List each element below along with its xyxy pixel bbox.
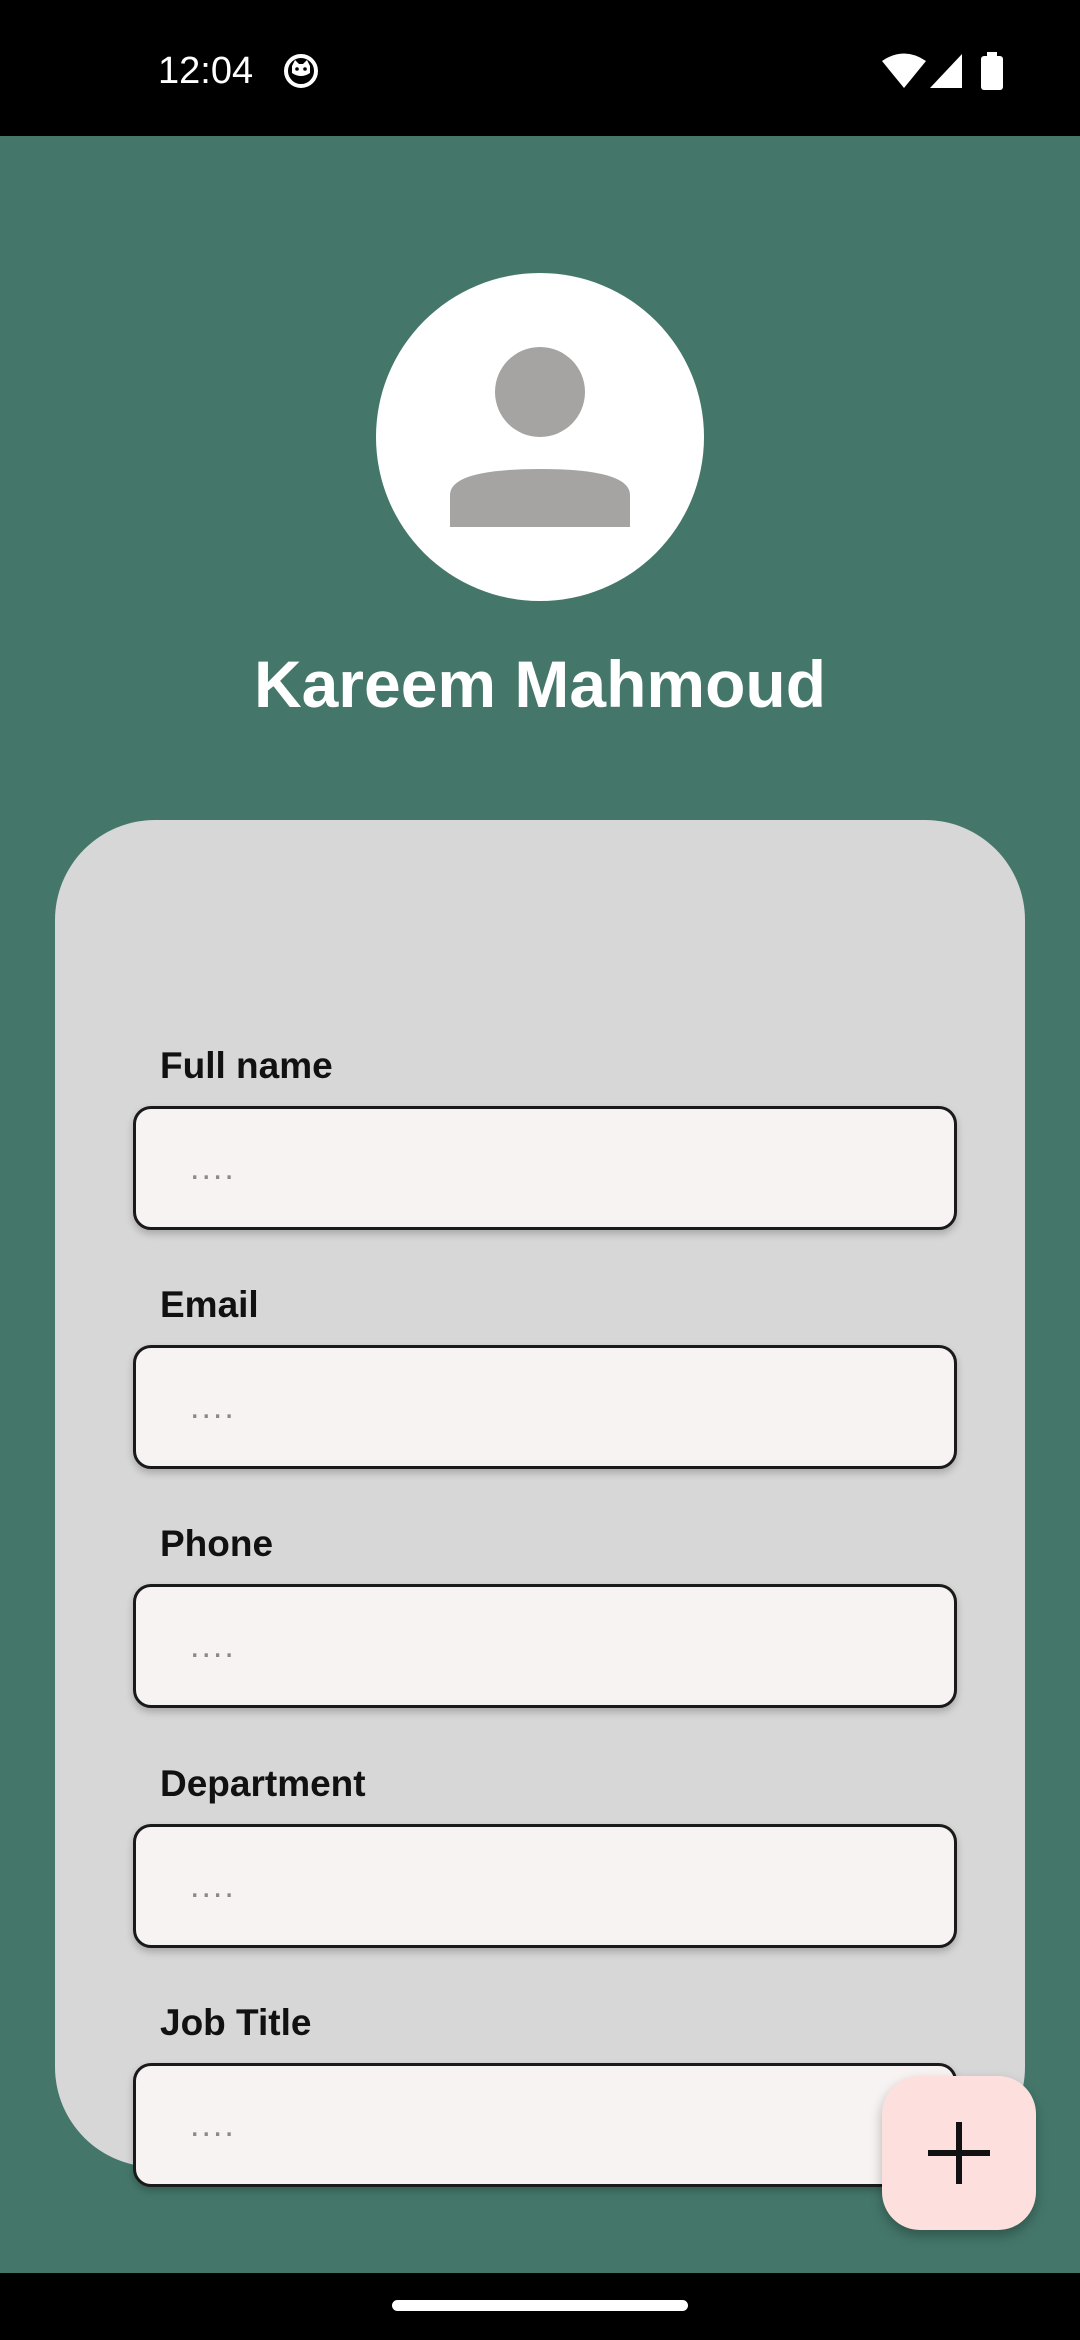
status-time: 12:04: [158, 50, 254, 92]
email-label: Email: [160, 1284, 259, 1325]
department-label: Department: [160, 1763, 366, 1804]
job-title-input[interactable]: [133, 2063, 957, 2187]
battery-icon: [981, 52, 1003, 90]
notification-cat-icon: [284, 54, 318, 88]
add-button[interactable]: [882, 2076, 1036, 2230]
navigation-bar: [0, 2273, 1080, 2340]
person-placeholder-icon: [450, 347, 630, 527]
home-handle[interactable]: [392, 2300, 688, 2311]
wifi-icon: [882, 53, 926, 88]
job-title-label: Job Title: [160, 2002, 312, 2043]
profile-screen: Kareem Mahmoud Full name Email Phone Dep…: [0, 136, 1080, 2273]
full-name-input[interactable]: [133, 1106, 957, 1230]
full-name-label: Full name: [160, 1045, 333, 1086]
signal-icon: [930, 54, 962, 88]
phone-label: Phone: [160, 1523, 274, 1564]
profile-form-card: Full name Email Phone Department Job Tit…: [55, 820, 1025, 2187]
avatar[interactable]: [376, 273, 704, 601]
phone-input[interactable]: [133, 1584, 957, 1708]
status-bar: 12:04: [0, 0, 1080, 136]
plus-icon: [928, 2122, 990, 2184]
department-input[interactable]: [133, 1824, 957, 1948]
email-input[interactable]: [133, 1345, 957, 1469]
profile-name: Kareem Mahmoud: [253, 647, 827, 721]
